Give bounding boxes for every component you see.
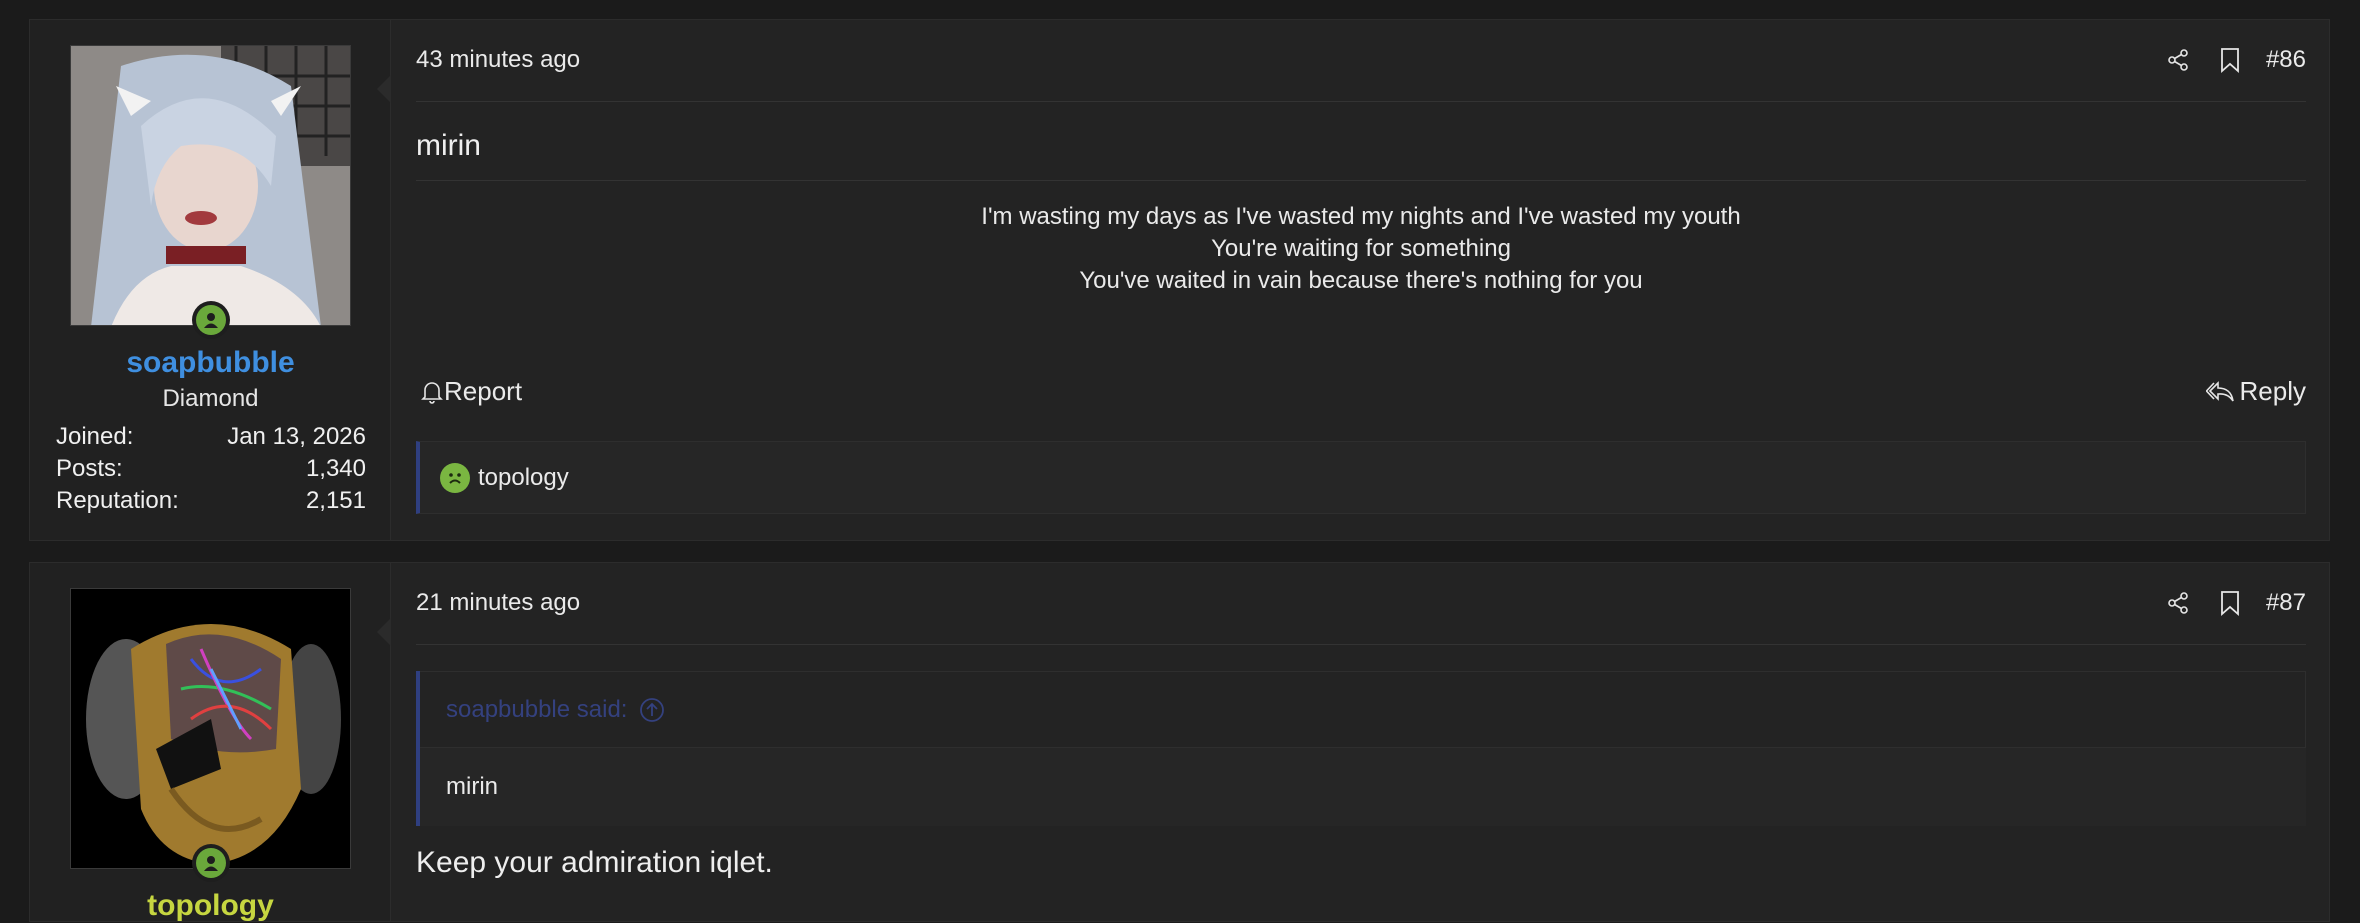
post-time[interactable]: 43 minutes ago <box>416 46 580 74</box>
report-label: Report <box>444 376 523 406</box>
quote-header[interactable]: soapbubble said: <box>420 671 2306 748</box>
post-86: soapbubble Diamond Joined: Jan 13, 2026 … <box>29 19 2330 541</box>
reply-icon <box>2205 380 2234 401</box>
stat-joined: Joined: Jan 13, 2026 <box>56 421 366 453</box>
share-icon[interactable] <box>2162 44 2194 76</box>
post-body: Keep your admiration iqlet. <box>416 846 773 879</box>
post-header: 21 minutes ago #87 <box>416 563 2306 645</box>
stat-value: Jan 13, 2026 <box>227 423 366 450</box>
quote-author[interactable]: soapbubble said: <box>446 696 627 724</box>
stat-reputation: Reputation: 2,151 <box>56 485 366 517</box>
reply-label: Reply <box>2239 376 2306 406</box>
username[interactable]: soapbubble <box>30 346 391 380</box>
online-status-icon <box>192 301 230 339</box>
user-title: Diamond <box>162 385 259 412</box>
user-panel-arrow <box>377 618 391 646</box>
signature-line: You've waited in vain because there's no… <box>1079 267 1643 294</box>
user-panel: topology <box>30 563 391 923</box>
post-body: mirin <box>416 129 2306 181</box>
reply-button[interactable]: Reply <box>2205 376 2306 407</box>
reactions-bar[interactable]: topology <box>416 441 2306 514</box>
stat-value: 2,151 <box>305 487 366 514</box>
sick-face-icon <box>440 462 470 493</box>
post-87: topology 21 minutes ago #87 soapbubble s… <box>29 562 2330 922</box>
share-icon[interactable] <box>2162 587 2194 619</box>
stat-value: 1,340 <box>305 455 366 482</box>
username[interactable]: topology <box>30 889 391 923</box>
stat-label: Joined: <box>56 423 134 450</box>
arrow-up-circle-icon[interactable] <box>639 697 665 723</box>
quote-block: soapbubble said: mirin <box>416 671 2306 826</box>
bell-icon <box>421 381 443 404</box>
stat-label: Posts: <box>56 455 123 482</box>
signature-line: I'm wasting my days as I've wasted my ni… <box>981 203 1741 230</box>
signature: I'm wasting my days as I've wasted my ni… <box>416 201 2306 297</box>
post-actions: Report Reply <box>416 376 2306 416</box>
reaction-users[interactable]: topology <box>478 464 569 492</box>
user-panel-arrow <box>377 75 391 103</box>
stat-posts: Posts: 1,340 <box>56 453 366 485</box>
bookmark-icon[interactable] <box>2214 44 2246 76</box>
post-header: 43 minutes ago #86 <box>416 20 2306 102</box>
user-panel: soapbubble Diamond Joined: Jan 13, 2026 … <box>30 20 391 540</box>
post-number[interactable]: #86 <box>2266 46 2306 74</box>
stat-label: Reputation: <box>56 487 179 514</box>
avatar[interactable] <box>70 588 351 869</box>
avatar[interactable] <box>70 45 351 326</box>
report-button[interactable]: Report <box>420 376 522 407</box>
online-status-icon <box>192 844 230 882</box>
post-content: 21 minutes ago #87 soapbubble said: miri… <box>416 563 2306 921</box>
quote-text: mirin <box>446 773 498 800</box>
user-stats: Joined: Jan 13, 2026 Posts: 1,340 Reputa… <box>56 421 366 517</box>
post-time[interactable]: 21 minutes ago <box>416 589 580 617</box>
post-content: 43 minutes ago #86 mirin I'm wasting my <box>416 20 2306 540</box>
post-number[interactable]: #87 <box>2266 589 2306 617</box>
bookmark-icon[interactable] <box>2214 587 2246 619</box>
signature-line: You're waiting for something <box>1211 235 1511 262</box>
